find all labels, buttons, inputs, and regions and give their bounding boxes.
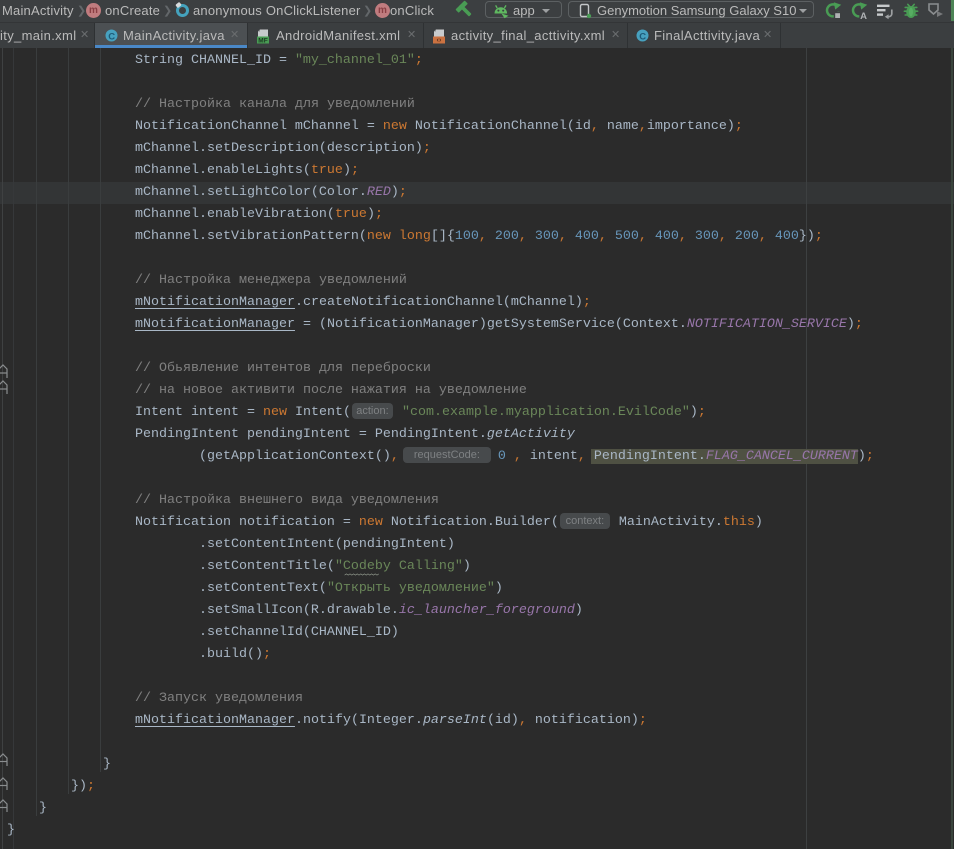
svg-text:A: A [860, 11, 867, 20]
svg-text:‹›: ‹› [437, 37, 442, 44]
svg-text:C: C [108, 31, 115, 42]
svg-text:C: C [639, 31, 646, 42]
svg-text:MF: MF [258, 37, 267, 44]
